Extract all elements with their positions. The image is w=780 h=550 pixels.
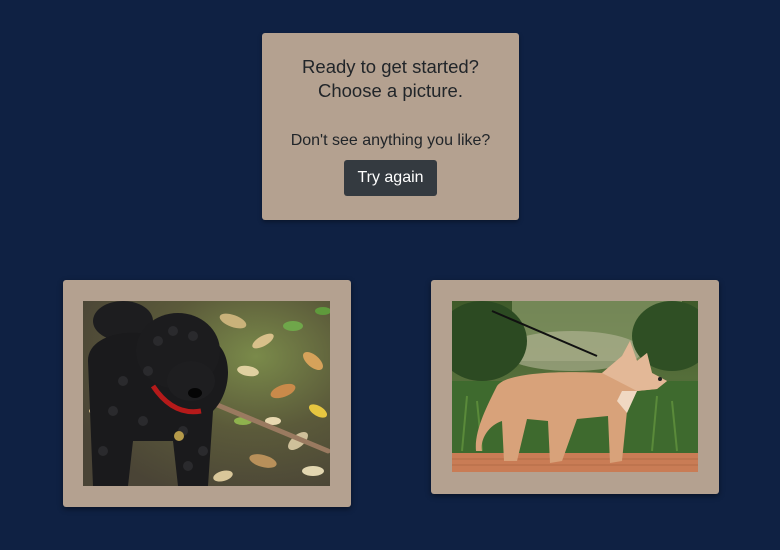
husky-photo: [452, 301, 698, 472]
picture-card-husky[interactable]: [431, 280, 719, 494]
headline-line-2: Choose a picture.: [317, 80, 463, 101]
retry-prompt: Don't see anything you like?: [290, 132, 491, 149]
try-again-button[interactable]: Try again: [344, 160, 437, 196]
page-title: Ready to get started? Choose a picture.: [262, 55, 519, 103]
picture-card-poodle[interactable]: [63, 280, 351, 507]
poodle-photo: [83, 301, 330, 486]
intro-card: Ready to get started? Choose a picture. …: [262, 33, 519, 220]
headline-line-1: Ready to get started?: [302, 56, 479, 77]
